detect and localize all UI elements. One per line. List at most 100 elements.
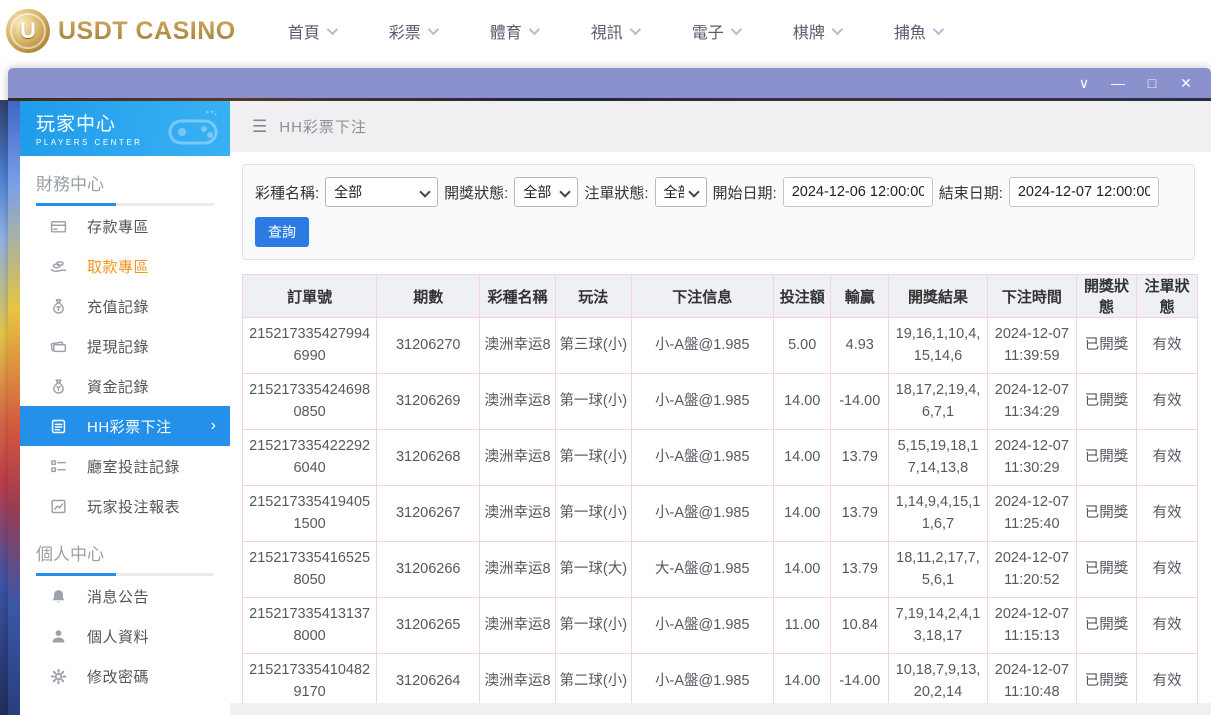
moneybag-icon: [50, 298, 67, 315]
table-cell: 第三球(小): [555, 318, 631, 374]
sidebar-item-player-bet-report[interactable]: 玩家投注報表: [20, 486, 230, 526]
table-cell: -14.00: [831, 374, 889, 430]
sidebar-item-withdrawal-record[interactable]: 提現記錄: [20, 326, 230, 366]
sidebar-item-label: 取款專區: [87, 256, 149, 277]
table-cell: 已開獎: [1076, 430, 1137, 486]
search-button[interactable]: 查詢: [255, 217, 309, 247]
sidebar-item-change-password[interactable]: 修改密碼: [20, 656, 230, 696]
sidebar-item-label: 資金記錄: [87, 376, 149, 397]
table-cell: 5.00: [773, 318, 831, 374]
table-cell: 有效: [1137, 430, 1198, 486]
sidebar-item-label: 玩家投注報表: [87, 496, 180, 517]
table-cell: 31206264: [377, 654, 480, 710]
table-cell: 13.79: [831, 486, 889, 542]
table-cell: 有效: [1137, 318, 1198, 374]
table-cell: 小-A盤@1.985: [631, 430, 773, 486]
nav-item-label: 電子: [692, 19, 724, 43]
sidebar-item-hh-lottery-bets[interactable]: HH彩票下注 ›: [20, 406, 230, 446]
minimize-button[interactable]: —: [1103, 72, 1133, 94]
close-button[interactable]: ✕: [1171, 72, 1201, 94]
column-header: 輸贏: [831, 275, 889, 318]
nav-item[interactable]: 捕魚: [894, 19, 941, 43]
table-cell: 2024-12-07 11:34:29: [987, 374, 1076, 430]
table-cell: 2024-12-07 11:30:29: [987, 430, 1076, 486]
table-cell: 有效: [1137, 542, 1198, 598]
maximize-button[interactable]: □: [1137, 72, 1167, 94]
sidebar-item-label: 消息公告: [87, 586, 149, 607]
chart-icon: [50, 498, 67, 515]
table-cell: 2152173354222926040: [243, 430, 377, 486]
table-cell: 第一球(小): [555, 486, 631, 542]
sidebar-item-label: 個人資料: [87, 626, 149, 647]
table-cell: 有效: [1137, 374, 1198, 430]
nav-item-label: 首頁: [288, 19, 320, 43]
end-date-label: 結束日期:: [939, 182, 1003, 203]
column-header: 注單狀態: [1137, 275, 1198, 318]
table-cell: 第一球(小): [555, 598, 631, 654]
chevron-down-icon: [630, 24, 641, 35]
table-cell: 澳洲幸运8: [480, 430, 556, 486]
bell-icon: [50, 588, 67, 605]
sidebar-item-recharge-record[interactable]: 充值記錄: [20, 286, 230, 326]
table-cell: 小-A盤@1.985: [631, 654, 773, 710]
sidebar-item-label: 廳室投註記錄: [87, 456, 180, 477]
table-cell: 7,19,14,2,4,13,18,17: [889, 598, 988, 654]
table-cell: 已開獎: [1076, 598, 1137, 654]
wallet-icon: [50, 338, 67, 355]
end-date-input[interactable]: [1009, 177, 1159, 207]
lottery-name-select[interactable]: 全部: [325, 177, 438, 207]
brand-logo[interactable]: U USDT CASINO: [6, 9, 236, 53]
sidebar-sections: 財務中心 存款專區 取款專區 充值記錄: [20, 156, 230, 715]
restore-down-button[interactable]: ∨: [1069, 72, 1099, 94]
sidebar-item-hall-bet-record[interactable]: 廳室投註記錄: [20, 446, 230, 486]
nav-item[interactable]: 首頁: [288, 19, 335, 43]
table-cell: 14.00: [773, 374, 831, 430]
sidebar-item-label: 充值記錄: [87, 296, 149, 317]
nav-item[interactable]: 體育: [490, 19, 537, 43]
table-row: 215217335413137800031206265澳洲幸运8第一球(小)小-…: [243, 598, 1198, 654]
hamburger-menu-icon[interactable]: ☰: [252, 117, 267, 137]
table-cell: 澳洲幸运8: [480, 486, 556, 542]
table-cell: 2152173354246980850: [243, 374, 377, 430]
fundsbag-icon: [50, 378, 67, 395]
table-cell: 13.79: [831, 430, 889, 486]
table-row: 215217335416525805031206266澳洲幸运8第一球(大)大-…: [243, 542, 1198, 598]
table-cell: 有效: [1137, 486, 1198, 542]
table-cell: 31206270: [377, 318, 480, 374]
table-cell: 澳洲幸运8: [480, 374, 556, 430]
table-cell: 5,15,19,18,17,14,13,8: [889, 430, 988, 486]
sidebar-item-withdraw[interactable]: 取款專區: [20, 246, 230, 286]
nav-item-label: 體育: [490, 19, 522, 43]
table-cell: -14.00: [831, 654, 889, 710]
sidebar-item-profile[interactable]: 個人資料: [20, 616, 230, 656]
checklist-icon: [50, 458, 67, 475]
column-header: 彩種名稱: [480, 275, 556, 318]
table-cell: 澳洲幸运8: [480, 318, 556, 374]
table-cell: 第一球(大): [555, 542, 631, 598]
sidebar-section-title: 財務中心: [20, 156, 230, 206]
sidebar-item-deposit[interactable]: 存款專區: [20, 206, 230, 246]
sidebar-item-announcements[interactable]: 消息公告: [20, 576, 230, 616]
sidebar-item-funds-record[interactable]: 資金記錄: [20, 366, 230, 406]
bottom-scroll-strip[interactable]: [230, 703, 1211, 715]
chevron-down-icon: [428, 24, 439, 35]
nav-item[interactable]: 彩票: [389, 19, 436, 43]
sidebar-item-label: 修改密碼: [87, 666, 149, 687]
nav-item[interactable]: 視訊: [591, 19, 638, 43]
sidebar: 玩家中心 PLAYERS CENTER 財務中心 存款專區: [20, 101, 230, 715]
person-icon: [50, 628, 67, 645]
table-cell: 小-A盤@1.985: [631, 318, 773, 374]
lottery-select-wrap: 全部: [325, 177, 438, 207]
sidebar-header: 玩家中心 PLAYERS CENTER: [20, 101, 230, 156]
draw-status-select[interactable]: 全部: [514, 177, 578, 207]
window-titlebar[interactable]: ∨—□✕: [8, 68, 1211, 98]
nav-item[interactable]: 電子: [692, 19, 739, 43]
table-cell: 13.79: [831, 542, 889, 598]
start-date-input[interactable]: [783, 177, 933, 207]
column-header: 下注信息: [631, 275, 773, 318]
nav-item[interactable]: 棋牌: [793, 19, 840, 43]
order-status-select[interactable]: 全部: [655, 177, 707, 207]
withdraw-icon: [50, 258, 67, 275]
table-cell: 大-A盤@1.985: [631, 542, 773, 598]
sidebar-section-title: 代理中心: [20, 696, 230, 715]
